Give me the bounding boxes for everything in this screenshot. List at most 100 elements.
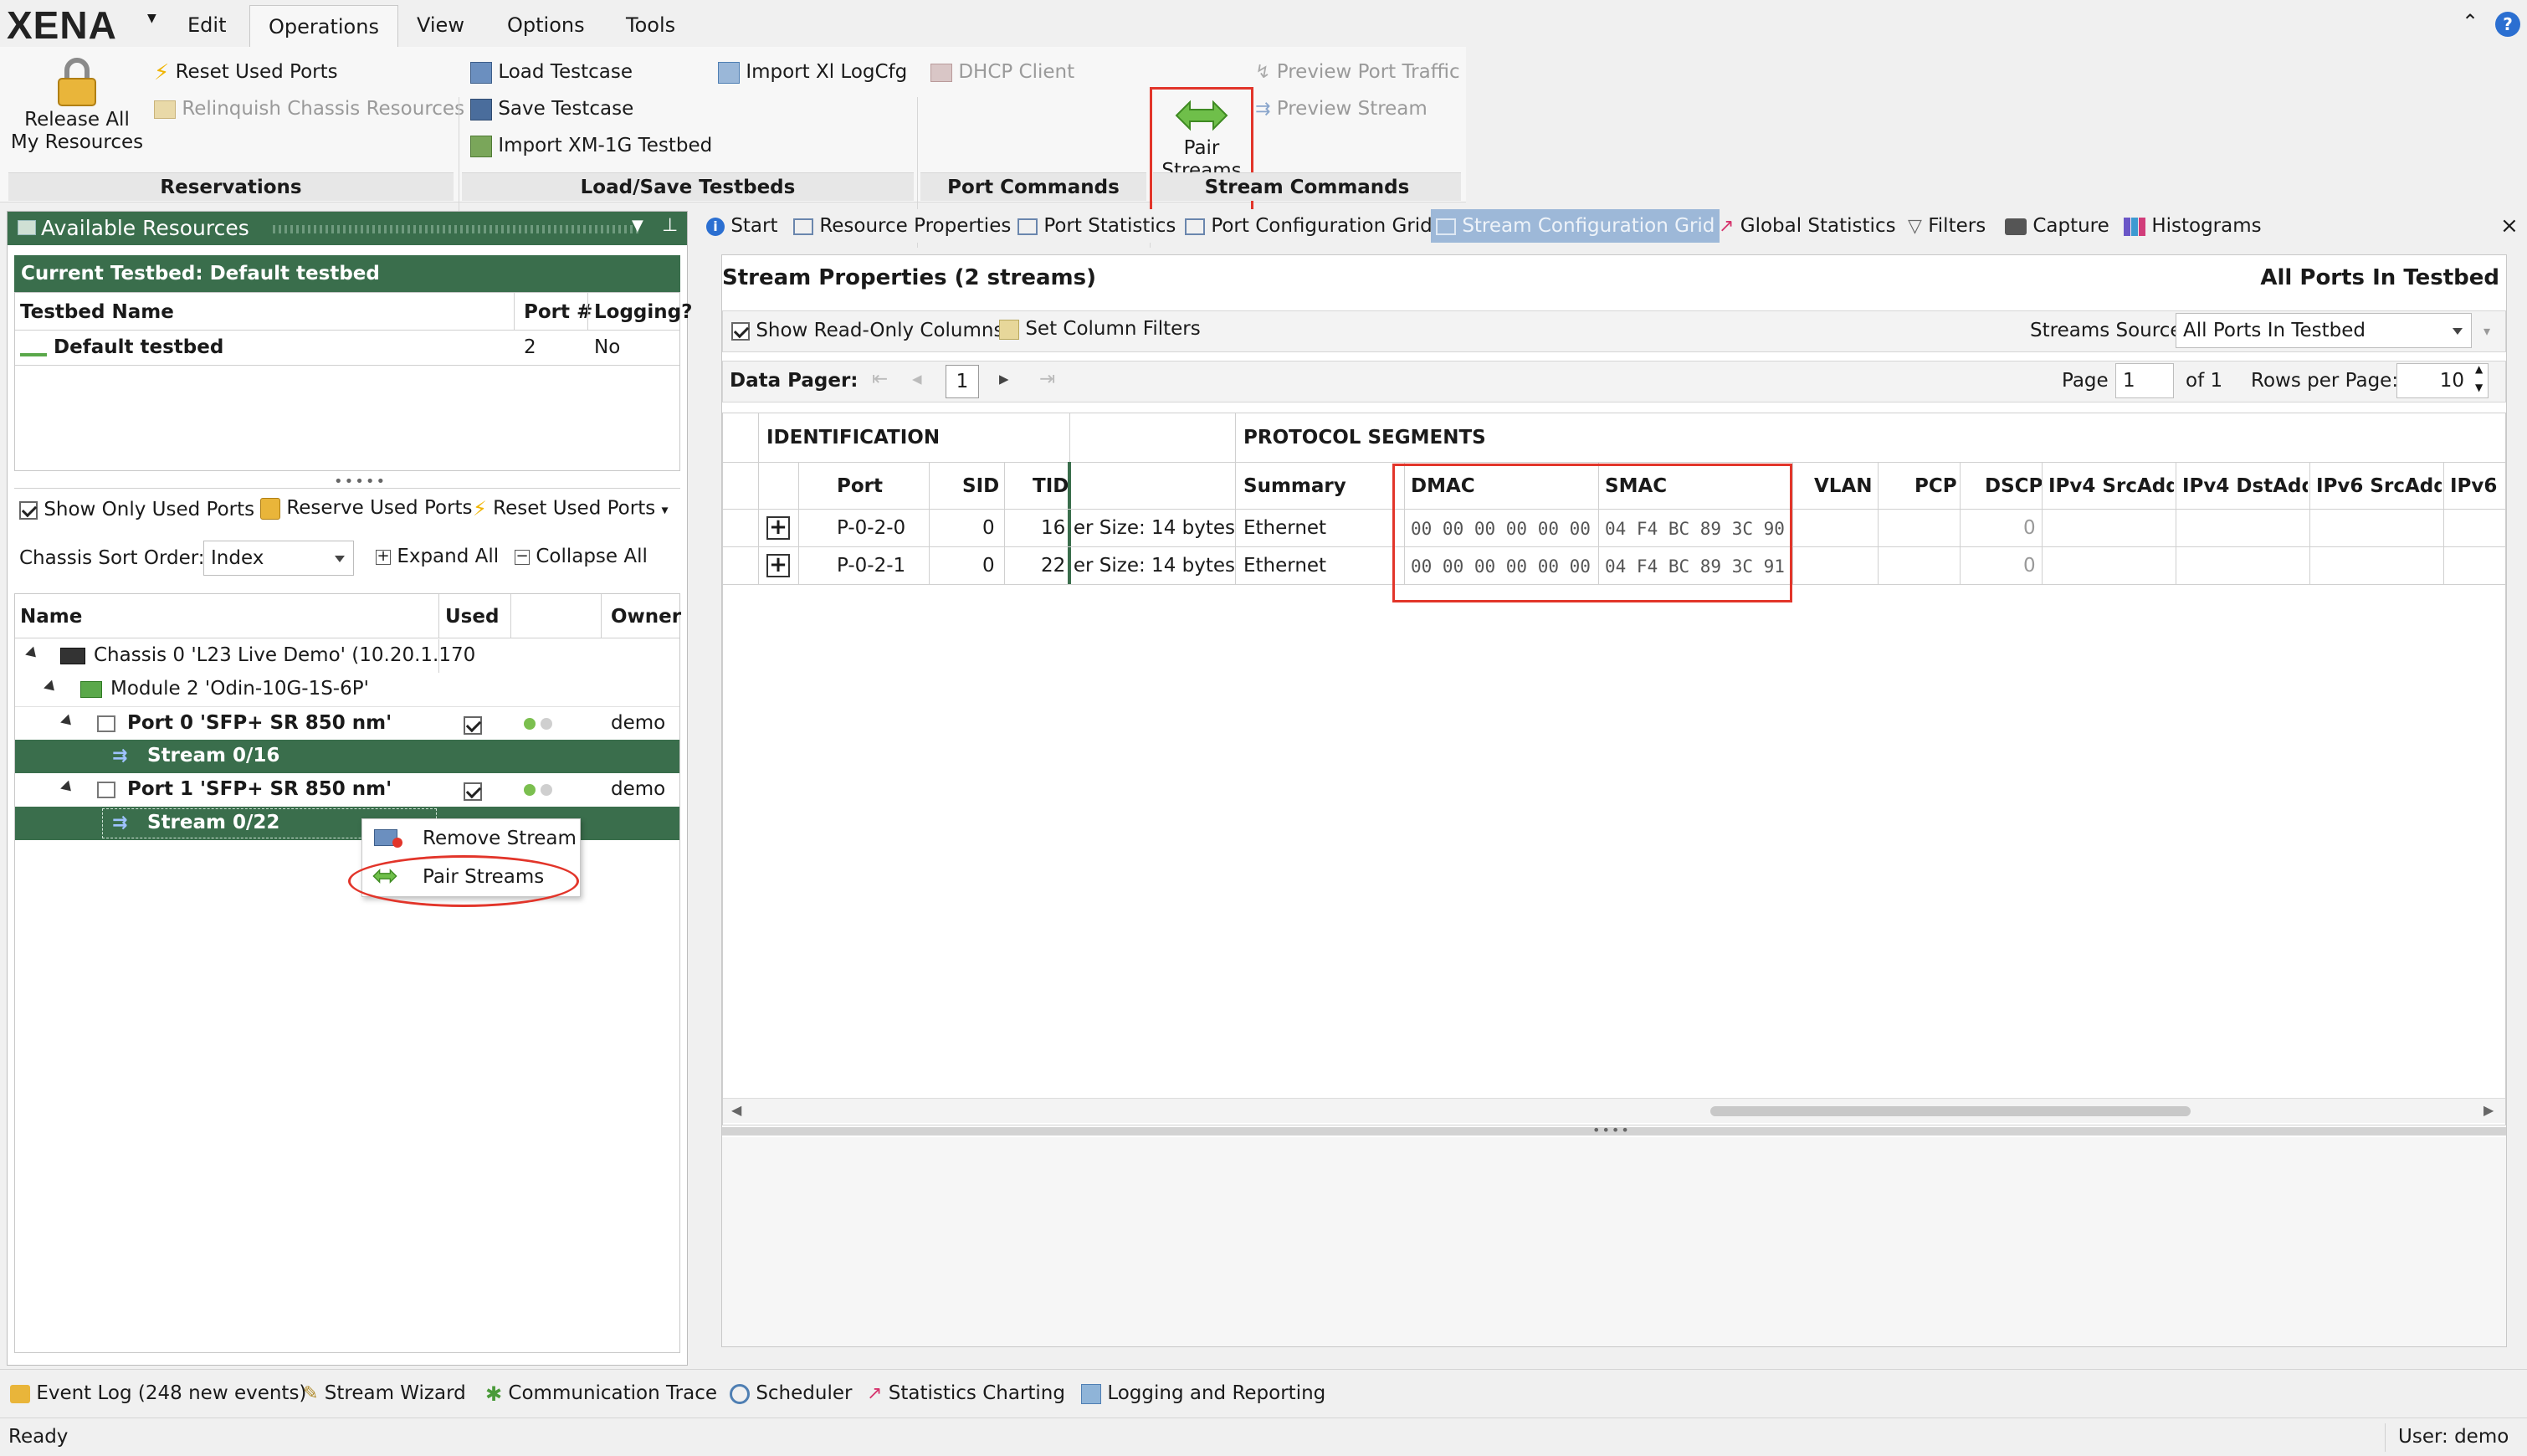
save-testcase-button[interactable]: Save Testcase [470,92,633,126]
logo-dropdown-icon[interactable]: ▼ [147,12,156,25]
splitter-grip[interactable]: •••• [1592,1122,1631,1138]
scroll-right-icon[interactable]: ▶ [2483,1102,2494,1118]
last-page-icon[interactable]: ⇥ [1039,368,1055,390]
tab-logging-reporting[interactable]: Logging and Reporting [1081,1377,1325,1410]
tab-stream-wizard[interactable]: ✎ Stream Wizard [303,1377,466,1410]
prev-page-icon[interactable]: ◂ [912,368,922,390]
collapse-all-button[interactable]: − Collapse All [515,546,648,567]
drag-grip[interactable] [272,225,641,233]
import-xm-button[interactable]: Import XM-1G Testbed [470,129,712,162]
set-column-filters-button[interactable]: Set Column Filters [999,318,1201,340]
close-tab-icon[interactable]: × [2500,209,2519,243]
col-port[interactable]: Port [837,475,883,497]
tab-port-statistics[interactable]: Port Statistics [1017,209,1176,243]
scroll-left-icon[interactable]: ◀ [731,1102,741,1118]
cell-summary[interactable]: Ethernet [1243,555,1326,577]
tree-port-1[interactable]: Port 1 'SFP+ SR 850 nm' demo [15,773,679,807]
cell-sid[interactable]: 0 [982,555,995,577]
cell-dscp[interactable]: 0 [2023,517,2036,539]
menu-edit[interactable]: Edit [179,8,234,42]
col-dscp[interactable]: DSCP [1985,475,2043,497]
cell-header-size[interactable]: der Size: 14 bytes) [1073,555,1235,577]
menu-item-remove-stream[interactable]: Remove Stream [362,819,580,858]
cell-header-size[interactable]: der Size: 14 bytes) [1073,517,1235,539]
tab-stream-configuration-grid[interactable]: Stream Configuration Grid [1431,209,1720,243]
release-all-button[interactable]: Release All My Resources [10,55,144,164]
help-icon[interactable]: ? [2495,12,2520,37]
menu-view[interactable]: View [408,8,473,42]
toolbar-overflow-icon[interactable]: ▾ [2483,323,2490,339]
cell-port[interactable]: P-0-2-1 [837,555,905,577]
spin-down-icon[interactable]: ▼ [2475,382,2483,393]
sort-order-select[interactable]: Index [203,541,354,576]
expand-arrow-icon[interactable] [60,780,75,796]
testbed-row[interactable]: Default testbed 2 No [15,331,679,365]
col-summary[interactable]: Summary [1243,475,1346,497]
col-ipv4-dst[interactable]: IPv4 DstAddr [2182,475,2308,497]
col-pcp[interactable]: PCP [1914,475,1957,497]
cell-tid[interactable]: 22 [1041,555,1065,577]
col-vlan[interactable]: VLAN [1814,475,1873,497]
cell-tid[interactable]: 16 [1041,517,1065,539]
first-page-icon[interactable]: ⇤ [872,368,888,390]
reserve-used-ports-button[interactable]: Reserve Used Ports [260,497,473,520]
tab-event-log[interactable]: Event Log (248 new events) [10,1377,306,1410]
expand-row-icon[interactable]: + [766,554,790,577]
tree-stream-0[interactable]: ⇉ Stream 0/16 [15,740,679,773]
preview-stream-button[interactable]: ⇉ Preview Stream [1255,92,1428,126]
expand-arrow-icon[interactable] [44,679,59,695]
horizontal-scrollbar[interactable]: ◀ ▶ [723,1098,2505,1123]
dhcp-client-button[interactable]: DHCP Client [930,55,1074,89]
tab-histograms[interactable]: Histograms [2124,209,2262,243]
col-ipv4-src[interactable]: IPv4 SrcAddr [2048,475,2174,497]
expand-arrow-icon[interactable] [25,646,40,662]
menu-operations[interactable]: Operations [249,5,398,47]
reset-used-ports-left-button[interactable]: ⚡ Reset Used Ports ▾ [473,497,669,520]
tab-port-configuration-grid[interactable]: Port Configuration Grid [1185,209,1433,243]
cell-sid[interactable]: 0 [982,517,995,539]
col-ipv6-dst[interactable]: IPv6 D [2450,475,2505,497]
menu-options[interactable]: Options [499,8,593,42]
show-readonly-toggle[interactable]: Show Read-Only Columns [731,320,1003,341]
tab-filters[interactable]: ▽ Filters [1908,209,1986,243]
scrollbar-thumb[interactable] [1710,1106,2191,1116]
tree-module[interactable]: Module 2 'Odin-10G-1S-6P' [15,673,679,706]
page-input[interactable]: 1 [2115,363,2174,398]
streams-source-select[interactable]: All Ports In Testbed [2176,313,2472,348]
tree-chassis[interactable]: Chassis 0 'L23 Live Demo' (10.20.1.170 [15,639,679,673]
cell-dscp[interactable]: 0 [2023,555,2036,577]
col-tid[interactable]: TID [1033,475,1069,497]
tree-port-0[interactable]: Port 0 'SFP+ SR 850 nm' demo [15,706,679,740]
load-testcase-button[interactable]: Load Testcase [470,55,633,89]
pin-icon[interactable]: ⊥ [662,215,678,236]
tab-resource-properties[interactable]: Resource Properties [793,209,1011,243]
cell-summary[interactable]: Ethernet [1243,517,1326,539]
menu-tools[interactable]: Tools [618,8,684,42]
tab-scheduler[interactable]: Scheduler [730,1377,852,1410]
expand-all-button[interactable]: + Expand All [376,546,499,567]
panel-menu-icon[interactable]: ▼ [632,217,643,234]
show-only-used-toggle[interactable]: Show Only Used Ports [19,499,254,520]
show-only-used-checkbox[interactable] [19,500,38,520]
collapse-ribbon-icon[interactable]: ⌃ [2462,10,2478,33]
show-readonly-checkbox[interactable] [731,321,750,341]
col-sid[interactable]: SID [962,475,999,497]
next-page-icon[interactable]: ▸ [999,368,1009,390]
col-ipv6-src[interactable]: IPv6 SrcAddr [2316,475,2442,497]
reset-used-ports-button[interactable]: ⚡ Reset Used Ports [154,55,338,89]
spin-up-icon[interactable]: ▲ [2475,363,2483,375]
expand-row-icon[interactable]: + [766,516,790,540]
toolbar-overflow-icon[interactable]: ▾ [662,502,669,518]
port-1-used-checkbox[interactable] [464,782,482,801]
cell-port[interactable]: P-0-2-0 [837,517,905,539]
port-0-used-checkbox[interactable] [464,715,482,735]
tab-start[interactable]: i Start [706,209,778,243]
tab-statistics-charting[interactable]: ↗ Statistics Charting [867,1377,1065,1410]
tab-communication-trace[interactable]: ✱ Communication Trace [485,1377,717,1410]
preview-port-traffic-button[interactable]: ↯ Preview Port Traffic [1255,55,1460,89]
tab-capture[interactable]: Capture [2005,209,2109,243]
import-xl-button[interactable]: Import Xl LogCfg [718,55,907,89]
expand-arrow-icon[interactable] [60,714,75,730]
relinquish-chassis-button[interactable]: Relinquish Chassis Resources [154,92,464,126]
tab-global-statistics[interactable]: ↗ Global Statistics [1719,209,1896,243]
